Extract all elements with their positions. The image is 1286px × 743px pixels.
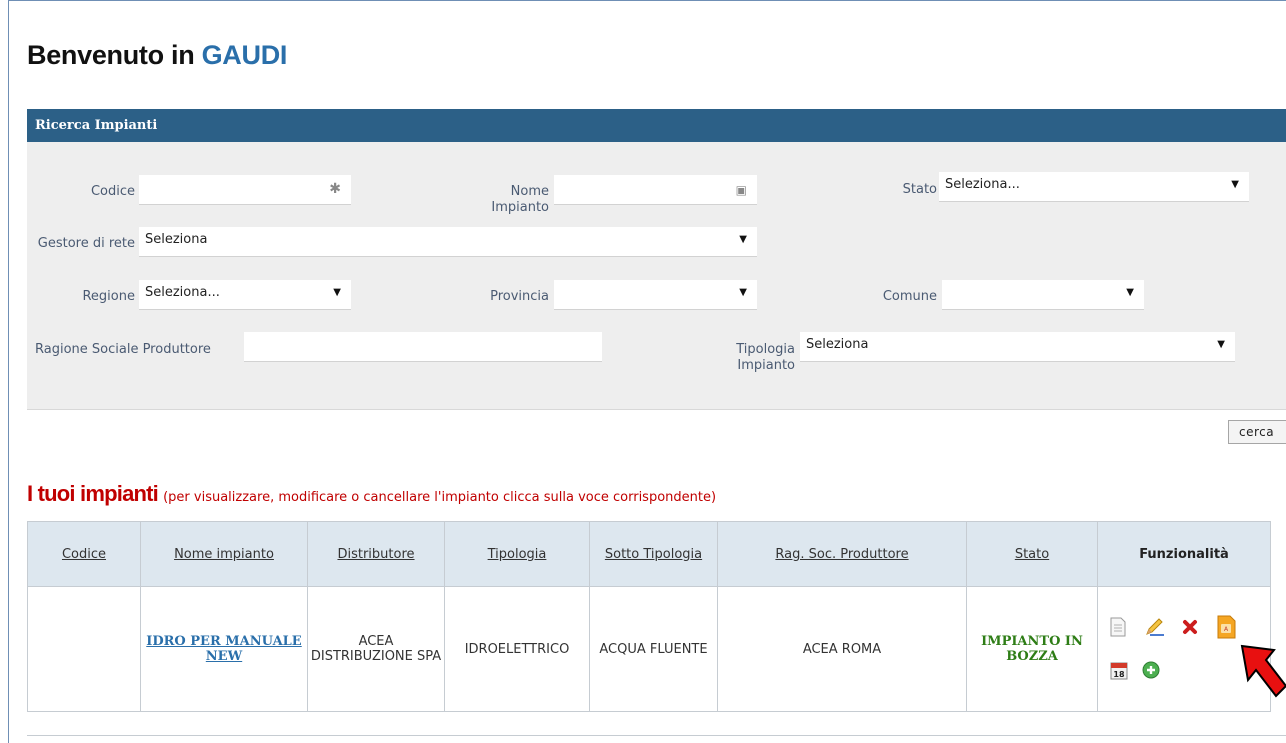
cell-produttore: ACEA ROMA xyxy=(717,586,967,712)
cerca-button[interactable]: cerca xyxy=(1228,420,1286,444)
provincia-select[interactable]: ▼ xyxy=(554,280,757,310)
cell-tipologia: IDROELETTRICO xyxy=(444,586,590,712)
cell-sotto-tipologia: ACQUA FLUENTE xyxy=(589,586,718,712)
search-panel-header: Ricerca Impianti xyxy=(27,109,1286,142)
cell-stato: IMPIANTO IN BOZZA xyxy=(966,586,1098,712)
impianti-section-title: I tuoi impianti (per visualizzare, modif… xyxy=(27,481,717,506)
column-header-sotto-tipologia[interactable]: Sotto Tipologia xyxy=(589,521,718,587)
column-header-nome-impianto[interactable]: Nome impianto xyxy=(140,521,308,587)
search-panel: Codice ✱ Nome Impianto ▣ Stato Seleziona… xyxy=(27,142,1286,410)
calendar-day: 18 xyxy=(1113,670,1125,679)
comune-select[interactable]: ▼ xyxy=(942,280,1144,310)
regione-select[interactable]: Seleziona... ▼ xyxy=(139,280,351,310)
cell-distributore: ACEA DISTRIBUZIONE SPA xyxy=(307,586,445,712)
provincia-label: Provincia xyxy=(490,289,549,304)
tipologia-label: Tipologia Impianto xyxy=(736,342,795,373)
table-bottom-border xyxy=(27,735,1286,736)
column-header-tipologia[interactable]: Tipologia xyxy=(444,521,590,587)
pencil-icon[interactable] xyxy=(1144,617,1166,637)
calendar-icon[interactable]: 18 xyxy=(1110,660,1128,680)
asterisk-icon: ✱ xyxy=(329,181,341,197)
column-header-stato[interactable]: Stato xyxy=(966,521,1098,587)
impianto-link[interactable]: IDRO PER MANUALE NEW xyxy=(146,634,301,664)
chevron-down-icon: ▼ xyxy=(1217,339,1225,350)
gestore-label: Gestore di rete xyxy=(37,236,135,251)
chevron-down-icon: ▼ xyxy=(333,287,341,298)
page-title: Benvenuto in GAUDI xyxy=(27,40,288,70)
chevron-down-icon: ▼ xyxy=(739,287,747,298)
column-header-produttore[interactable]: Rag. Soc. Produttore xyxy=(717,521,967,587)
contact-card-icon: ▣ xyxy=(735,183,747,197)
status-badge: IMPIANTO IN BOZZA xyxy=(981,634,1083,664)
impianti-subtitle: (per visualizzare, modificare o cancella… xyxy=(163,490,717,505)
brand-name: GAUDI xyxy=(201,40,288,70)
cell-nome-impianto: IDRO PER MANUALE NEW xyxy=(140,586,308,712)
chevron-down-icon: ▼ xyxy=(1126,287,1134,298)
ragione-sociale-label: Ragione Sociale Produttore xyxy=(35,342,211,357)
document-icon[interactable] xyxy=(1110,617,1126,637)
nome-impianto-input[interactable]: ▣ xyxy=(554,175,757,205)
stato-select[interactable]: Seleziona... ▼ xyxy=(939,172,1249,202)
ragione-sociale-input[interactable] xyxy=(244,332,602,362)
pdf-file-icon[interactable]: A xyxy=(1216,615,1236,639)
nome-impianto-label: Nome Impianto xyxy=(491,184,549,215)
stato-label: Stato xyxy=(902,182,937,197)
delete-x-icon[interactable] xyxy=(1182,619,1198,635)
comune-label: Comune xyxy=(882,289,937,304)
column-header-distributore[interactable]: Distributore xyxy=(307,521,445,587)
codice-input[interactable]: ✱ xyxy=(139,175,351,205)
table-row: IDRO PER MANUALE NEW ACEA DISTRIBUZIONE … xyxy=(27,586,1271,712)
impianti-table: Codice Nome impianto Distributore Tipolo… xyxy=(27,521,1271,712)
gestore-select[interactable]: Seleziona ▼ xyxy=(139,227,757,257)
column-header-funzionalita: Funzionalità xyxy=(1097,521,1271,587)
column-header-codice[interactable]: Codice xyxy=(27,521,141,587)
tipologia-select[interactable]: Seleziona ▼ xyxy=(800,332,1235,362)
cell-codice xyxy=(27,586,141,712)
chevron-down-icon: ▼ xyxy=(1231,179,1239,190)
add-circle-icon[interactable] xyxy=(1142,661,1160,679)
chevron-down-icon: ▼ xyxy=(739,234,747,245)
red-arrow-icon xyxy=(1240,644,1286,698)
codice-label: Codice xyxy=(90,184,135,199)
regione-label: Regione xyxy=(82,289,135,304)
